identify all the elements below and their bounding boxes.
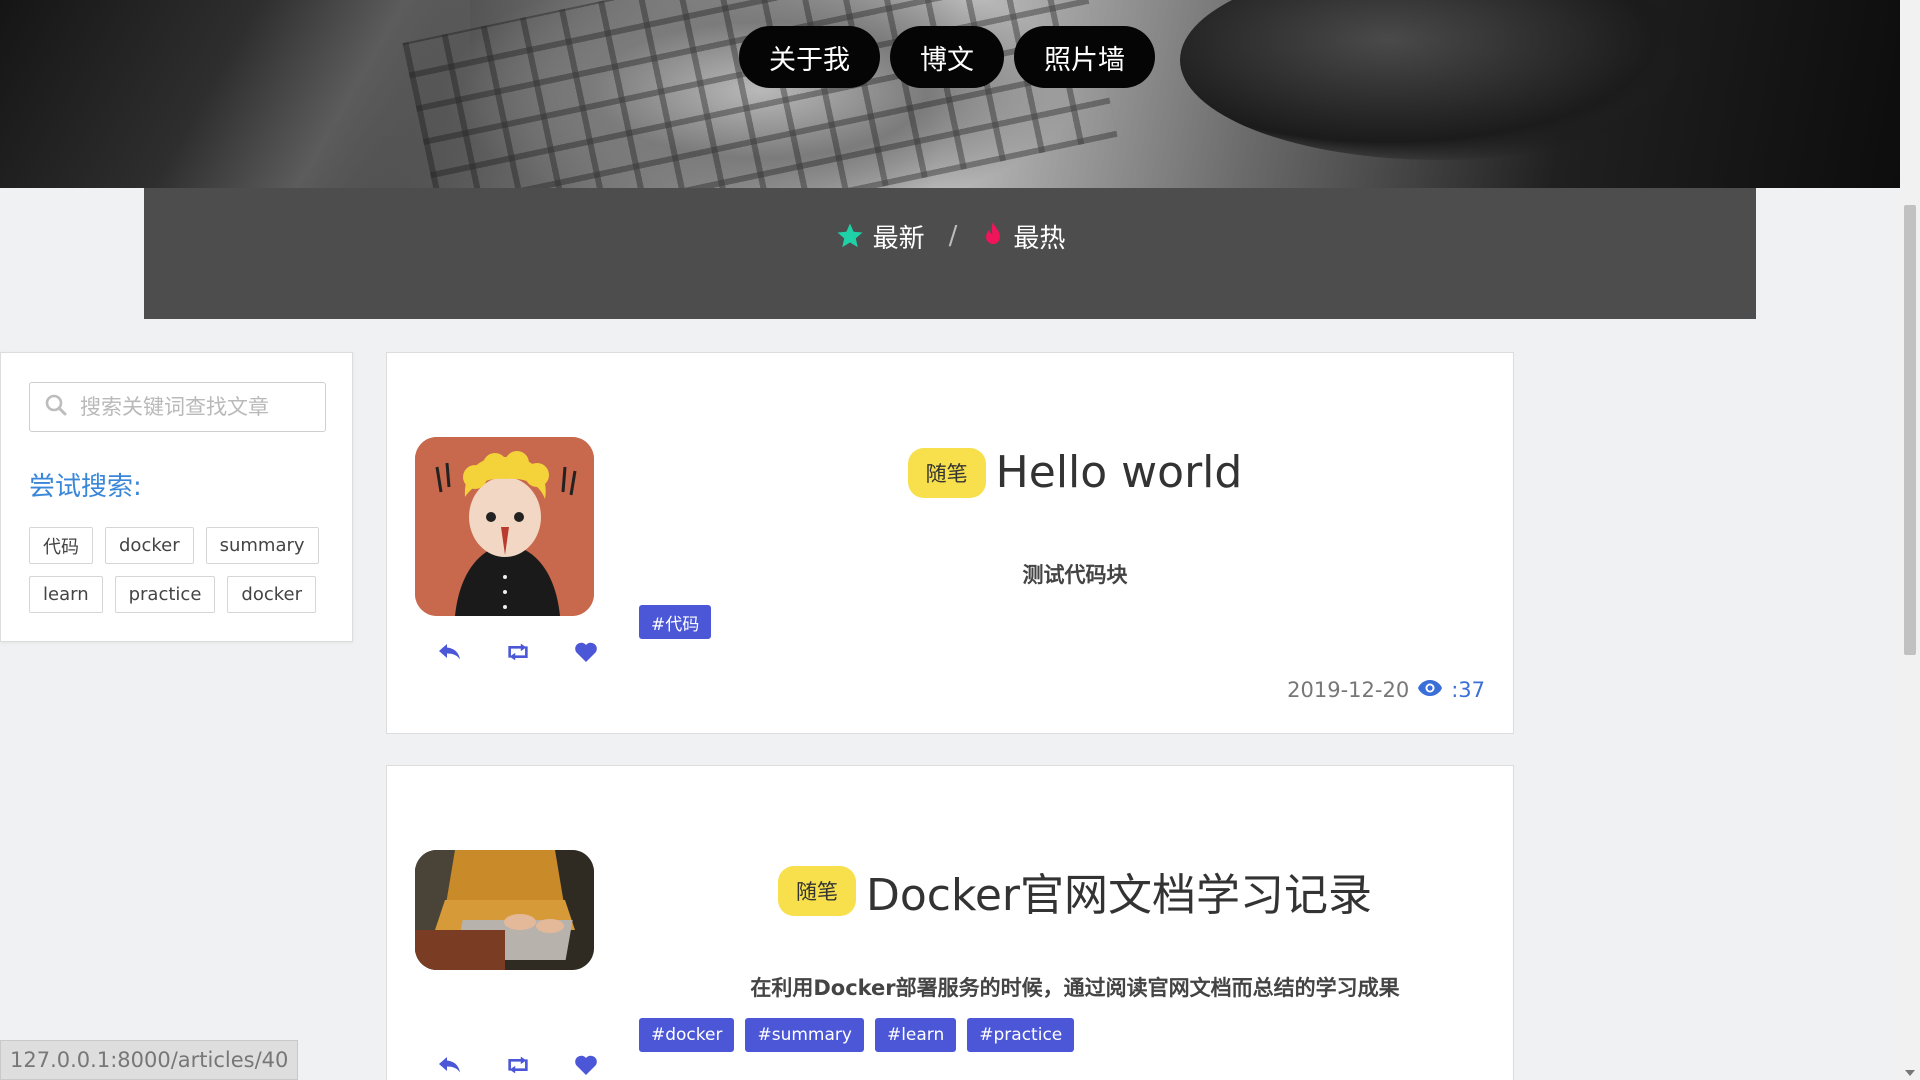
sort-tabs: 最新 / 最热	[835, 218, 1065, 255]
reply-icon[interactable]	[437, 1052, 463, 1078]
search-input[interactable]	[80, 395, 310, 419]
tab-latest[interactable]: 最新	[835, 218, 925, 255]
article-title-row: 随笔 Hello world	[637, 447, 1513, 498]
article-title[interactable]: Hello world	[996, 447, 1243, 498]
article-card: 随笔 Hello world 测试代码块 #代码 2019-12-20 :37	[386, 352, 1514, 734]
tab-hot-label: 最热	[1013, 223, 1066, 254]
article-meta: 2019-12-20 :37	[1287, 678, 1485, 702]
eye-icon	[1417, 678, 1443, 702]
nav-blog-posts[interactable]: 博文	[890, 26, 1004, 88]
suggested-tag[interactable]: learn	[29, 576, 103, 613]
like-heart-icon[interactable]	[573, 1052, 599, 1078]
article-tag[interactable]: #docker	[639, 1018, 735, 1052]
tab-separator: /	[948, 221, 958, 251]
hero-banner: 关于我 博文 照片墙	[0, 0, 1900, 188]
category-badge: 随笔	[907, 447, 986, 498]
category-badge: 随笔	[777, 866, 856, 916]
flame-icon	[981, 221, 1005, 251]
like-heart-icon[interactable]	[573, 639, 599, 665]
suggested-tag[interactable]: 代码	[29, 527, 93, 564]
article-title-row: 随笔 Docker官网文档学习记录	[637, 859, 1513, 923]
article-actions	[437, 639, 599, 665]
page-scrollbar[interactable]	[1900, 0, 1920, 1080]
article-tags: #代码	[639, 605, 712, 639]
scrollbar-thumb[interactable]	[1904, 205, 1916, 655]
scroll-down-arrow-icon[interactable]	[1905, 1070, 1915, 1076]
article-card: 随笔 Docker官网文档学习记录 在利用Docker部署服务的时候，通过阅读官…	[386, 765, 1514, 1080]
hero-laptop-edge	[0, 0, 470, 188]
article-thumbnail[interactable]	[415, 437, 594, 616]
article-tags: #docker #summary #learn #practice	[639, 1018, 1075, 1052]
try-search-label: 尝试搜索:	[29, 472, 142, 502]
retweet-icon[interactable]	[505, 639, 531, 665]
article-date: 2019-12-20	[1287, 678, 1410, 702]
article-tag[interactable]: #practice	[967, 1018, 1075, 1052]
search-box	[29, 382, 326, 432]
star-icon	[835, 221, 865, 251]
article-tag[interactable]: #learn	[874, 1018, 957, 1052]
suggested-tag[interactable]: docker	[227, 576, 316, 613]
search-icon	[44, 393, 68, 421]
tab-latest-label: 最新	[872, 223, 925, 254]
nav-photo-wall[interactable]: 照片墙	[1014, 26, 1155, 88]
suggested-tag[interactable]: practice	[114, 576, 216, 613]
retweet-icon[interactable]	[505, 1052, 531, 1078]
search-card: 尝试搜索: 代码 docker summary learn practice d…	[0, 352, 353, 642]
main-nav: 关于我 博文 照片墙	[739, 26, 1155, 88]
hero-hand-image	[1180, 0, 1700, 160]
article-view-count: :37	[1451, 678, 1485, 702]
article-summary: 在利用Docker部署服务的时候，通过阅读官网文档而总结的学习成果	[750, 976, 1400, 1000]
article-tag[interactable]: #summary	[745, 1018, 864, 1052]
suggested-tag[interactable]: docker	[105, 527, 194, 564]
article-title[interactable]: Docker官网文档学习记录	[866, 859, 1372, 923]
reply-icon[interactable]	[437, 639, 463, 665]
article-thumbnail[interactable]	[415, 850, 594, 970]
article-tag[interactable]: #代码	[639, 605, 712, 639]
suggested-tags: 代码 docker summary learn practice docker	[29, 527, 339, 613]
sort-tab-panel: 最新 / 最热	[144, 188, 1756, 319]
tab-hot[interactable]: 最热	[981, 218, 1065, 255]
article-actions	[437, 1052, 599, 1078]
suggested-tag[interactable]: summary	[205, 527, 319, 564]
status-bar-url: 127.0.0.1:8000/articles/40	[0, 1040, 299, 1080]
article-summary: 测试代码块	[1022, 563, 1128, 587]
nav-about-me[interactable]: 关于我	[739, 26, 880, 88]
